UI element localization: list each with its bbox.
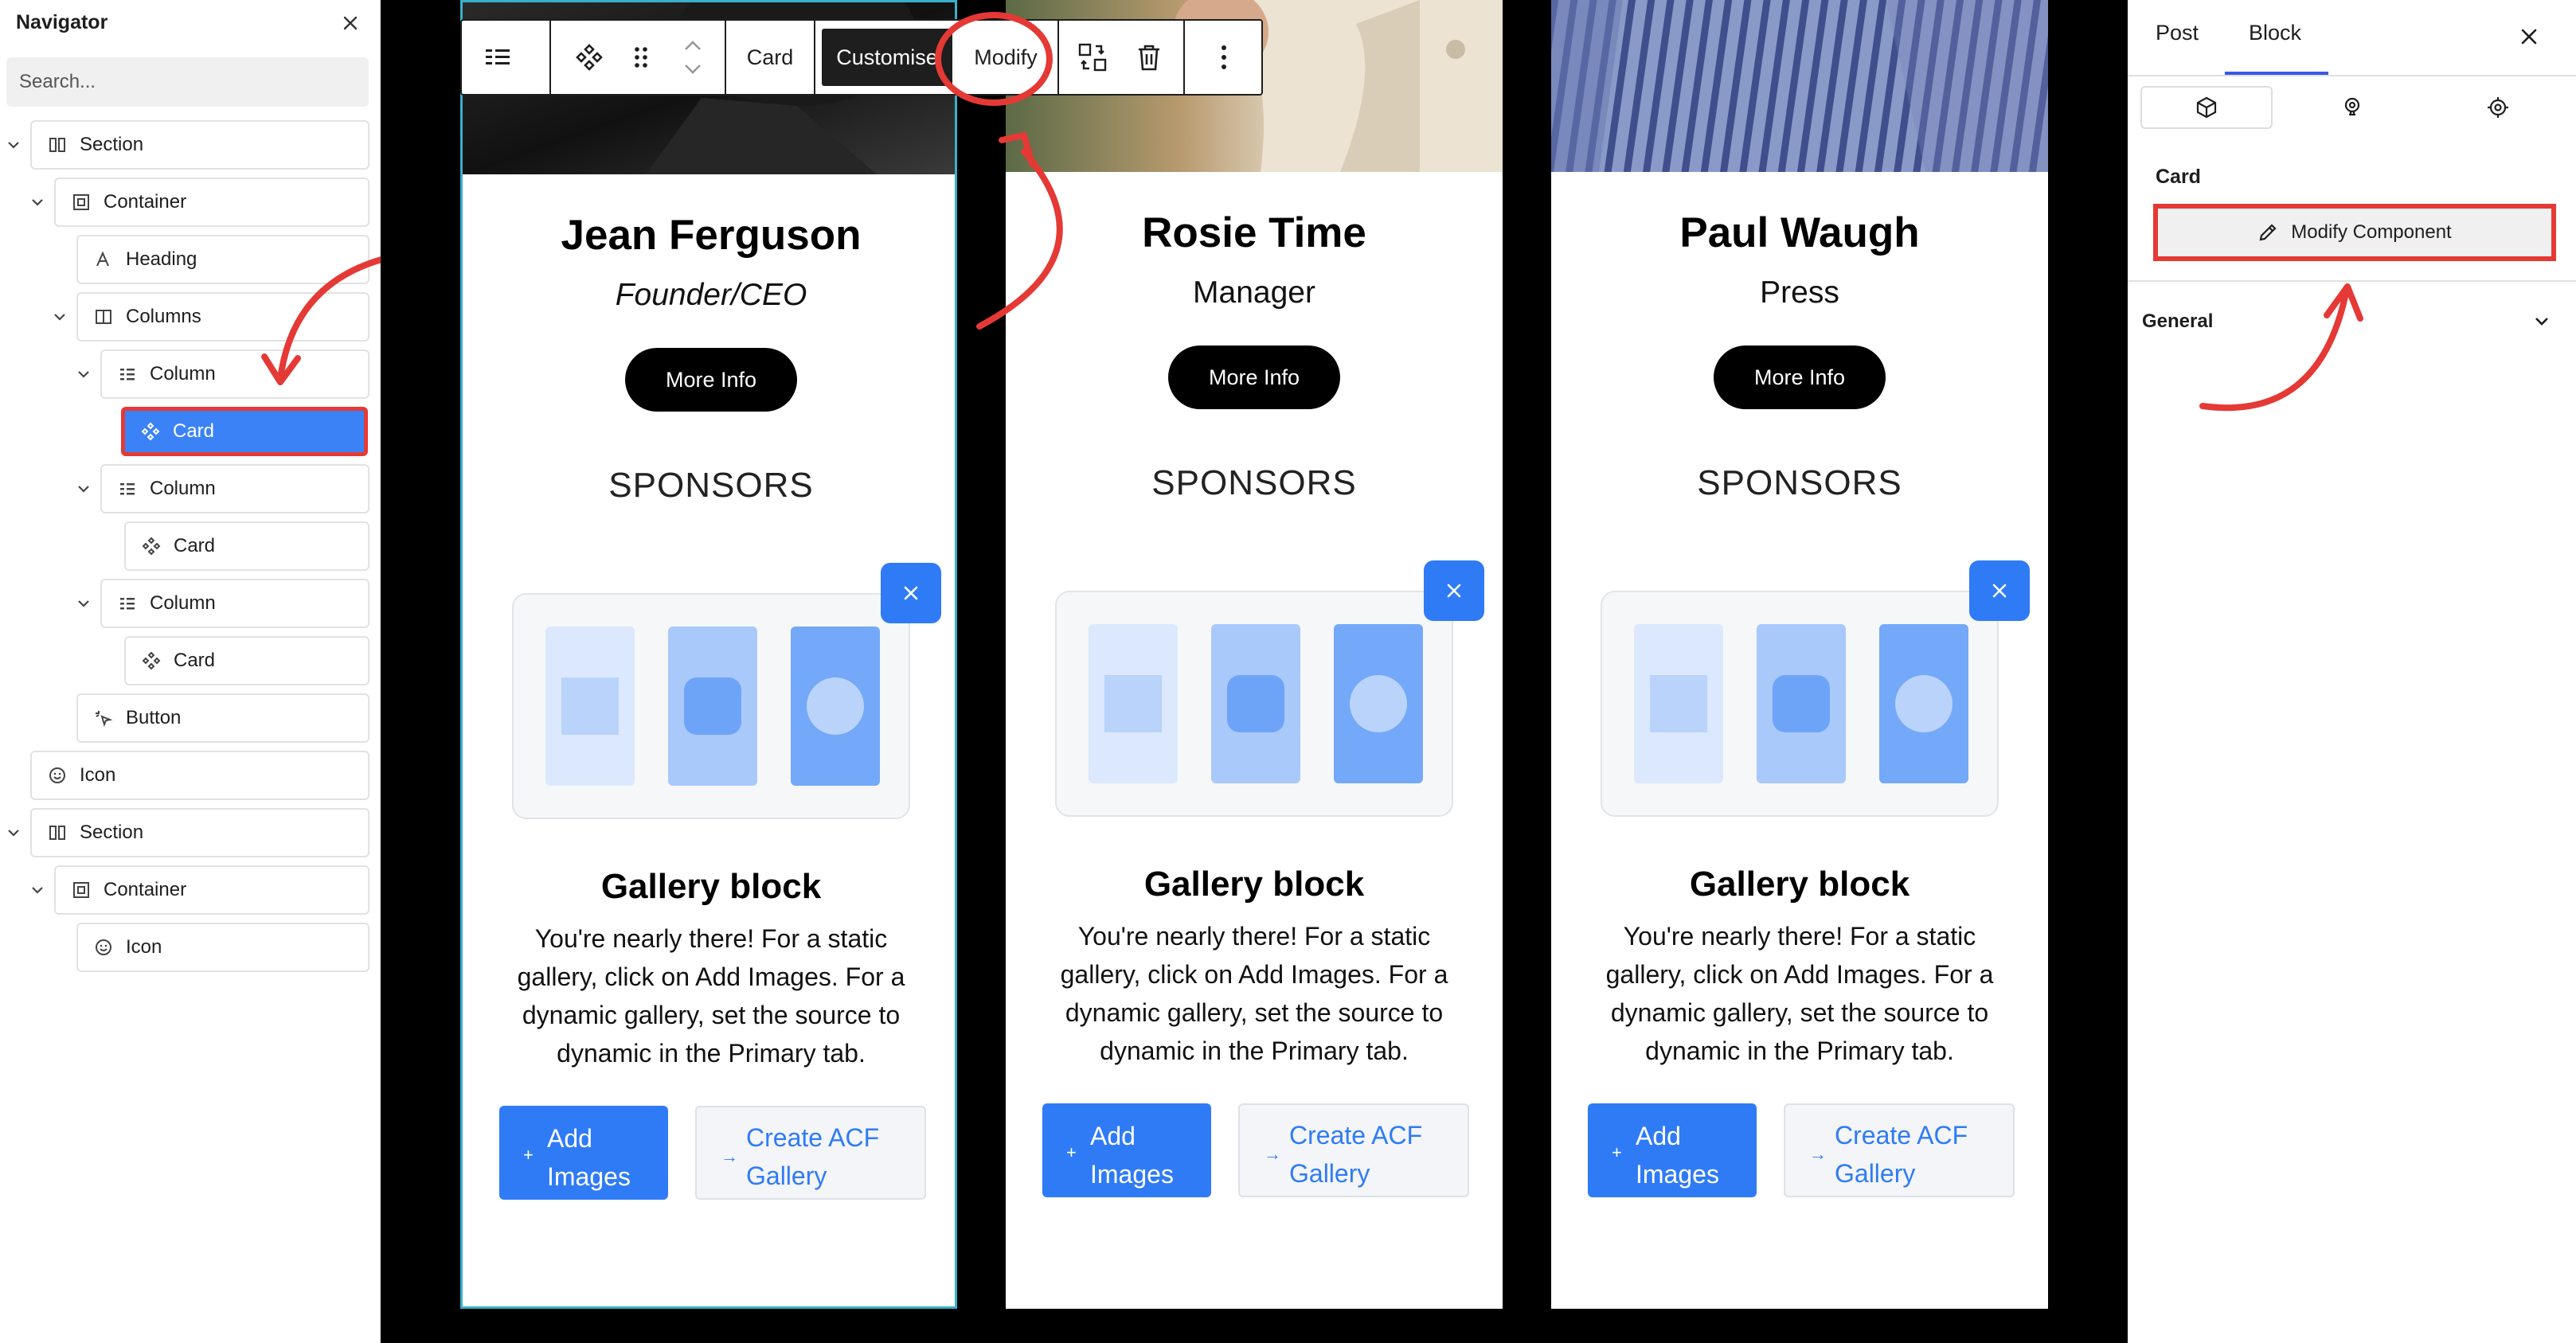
navigator-header: Navigator — [0, 0, 381, 48]
tree-item-label: Card — [174, 535, 216, 556]
tree-item-label: Card — [174, 650, 216, 671]
tree-item-card[interactable]: Card — [124, 521, 369, 571]
advanced-settings-icon[interactable] — [2432, 86, 2564, 129]
general-section-label[interactable]: General — [2142, 310, 2213, 333]
column-icon — [116, 363, 139, 385]
tree-item-label: Button — [126, 707, 182, 728]
navigator-title: Navigator — [16, 11, 108, 33]
chevron-down-icon[interactable] — [5, 136, 22, 154]
tree-item-label: Columns — [126, 306, 201, 327]
component-icon — [140, 650, 162, 672]
container-icon — [70, 879, 92, 901]
tree-item-card[interactable]: Card — [124, 636, 369, 685]
tree-item-label: Section — [80, 822, 144, 843]
smiley-icon — [92, 936, 115, 958]
tree-item-icon[interactable]: Icon — [76, 923, 369, 972]
button-icon — [92, 707, 115, 729]
tree-item-label: Column — [150, 592, 216, 614]
container-icon — [70, 191, 92, 213]
columns-icon — [92, 306, 115, 328]
chevron-down-icon[interactable] — [29, 193, 46, 211]
column-icon — [116, 592, 139, 615]
tree-item-label: Icon — [80, 764, 116, 786]
tree-item-heading[interactable]: Heading — [76, 235, 369, 284]
tree-item-label: Container — [104, 879, 187, 900]
panel-divider — [2128, 280, 2576, 282]
panel-section-label: Card — [2156, 166, 2201, 188]
tree-item-container[interactable]: Container — [54, 865, 369, 915]
editor-canvas: Jean Ferguson Founder/CEO More Info SPON… — [381, 0, 2128, 1343]
tree-item-label: Icon — [126, 936, 162, 958]
chevron-down-icon[interactable] — [75, 595, 92, 612]
modify-component-button[interactable]: Modify Component — [2153, 204, 2556, 261]
chevron-down-icon[interactable] — [2531, 310, 2553, 333]
component-icon — [139, 420, 162, 443]
tabs-divider — [2128, 75, 2576, 76]
tree-item-label: Column — [150, 478, 216, 499]
tree-item-column[interactable]: Column — [100, 349, 369, 399]
section-icon — [46, 134, 68, 156]
chevron-down-icon[interactable] — [29, 881, 46, 899]
chevron-down-icon[interactable] — [5, 824, 22, 841]
heading-icon — [92, 248, 115, 271]
tree-item-columns[interactable]: Columns — [76, 292, 369, 342]
tree-item-column[interactable]: Column — [100, 464, 369, 513]
tree-item-label: Column — [150, 363, 216, 385]
pencil-icon — [2257, 222, 2278, 243]
tree-item-button[interactable]: Button — [76, 693, 369, 743]
tab-post[interactable]: Post — [2156, 21, 2199, 45]
tree-item-label: Heading — [126, 248, 197, 270]
settings-segmented-control — [2140, 86, 2564, 129]
tree-item-label: Card — [173, 420, 215, 442]
tree-item-icon[interactable]: Icon — [30, 751, 369, 800]
section-icon — [46, 822, 68, 844]
tree-item-section[interactable]: Section — [30, 120, 369, 170]
block-settings-icon[interactable] — [2140, 86, 2273, 129]
tree-item-column[interactable]: Column — [100, 579, 369, 628]
modify-component-label: Modify Component — [2291, 221, 2452, 243]
close-icon[interactable] — [337, 10, 364, 37]
component-icon — [140, 535, 162, 557]
styles-icon[interactable] — [2286, 86, 2418, 129]
tree-item-label: Container — [104, 191, 187, 213]
column-icon — [116, 478, 139, 500]
navigator-search-input[interactable] — [6, 57, 369, 107]
smiley-icon — [46, 764, 68, 787]
chevron-down-icon[interactable] — [75, 365, 92, 383]
chevron-down-icon[interactable] — [51, 308, 68, 326]
tree-item-container[interactable]: Container — [54, 178, 369, 227]
tab-block[interactable]: Block — [2249, 21, 2301, 45]
navigator-panel: Navigator Section Container Heading Columns… — [0, 0, 381, 1343]
tree-item-section[interactable]: Section — [30, 808, 369, 857]
annotation-overlay — [935, 12, 1063, 330]
tree-item-label: Section — [80, 134, 144, 155]
editor-window: Navigator Section Container Heading Columns… — [0, 0, 2576, 1343]
tree-item-card[interactable]: Card — [121, 407, 368, 456]
chevron-down-icon[interactable] — [75, 480, 92, 498]
close-icon[interactable] — [2513, 21, 2545, 53]
settings-sidebar — [2128, 0, 2576, 1343]
